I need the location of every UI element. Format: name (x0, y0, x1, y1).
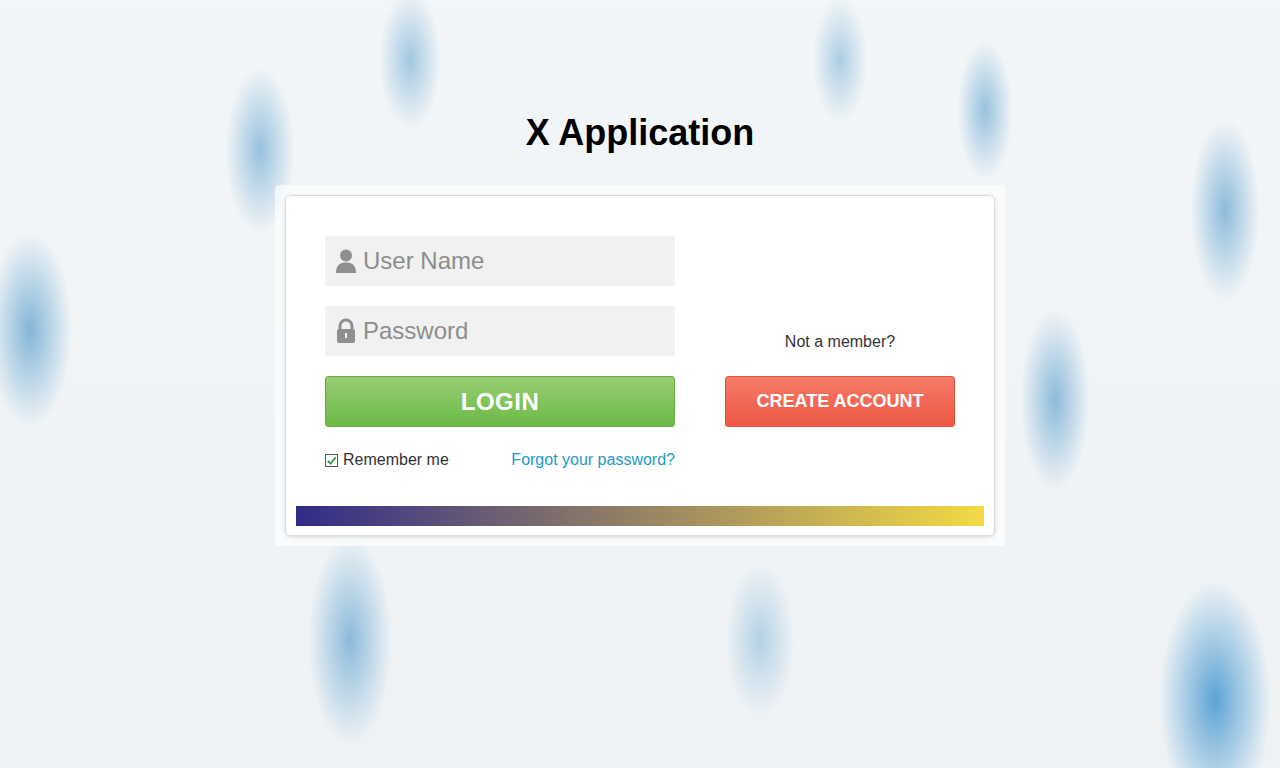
user-icon (335, 248, 357, 274)
forgot-password-link[interactable]: Forgot your password? (511, 448, 675, 472)
lock-icon (335, 318, 357, 344)
gradient-bar (296, 506, 984, 526)
login-form: Not a member? LOGIN CREATE ACCOUNT Remem… (286, 196, 994, 472)
username-input[interactable] (363, 243, 665, 279)
login-page: X Application Not a member? LOGIN CREATE… (0, 0, 1280, 768)
password-input[interactable] (363, 313, 665, 349)
app-title: X Application (526, 112, 755, 154)
username-field[interactable] (325, 236, 675, 286)
password-field[interactable] (325, 306, 675, 356)
remember-me-checkbox[interactable]: Remember me (325, 448, 449, 472)
create-account-button[interactable]: CREATE ACCOUNT (725, 376, 955, 427)
checkbox-box[interactable] (325, 454, 338, 467)
login-card: Not a member? LOGIN CREATE ACCOUNT Remem… (285, 195, 995, 536)
login-frame: Not a member? LOGIN CREATE ACCOUNT Remem… (275, 185, 1005, 546)
remember-me-label[interactable]: Remember me (343, 448, 449, 472)
remember-row: Remember me Forgot your password? (325, 448, 675, 472)
check-icon (326, 455, 337, 466)
signup-prompt: Not a member? (725, 306, 955, 356)
login-button[interactable]: LOGIN (325, 376, 675, 427)
